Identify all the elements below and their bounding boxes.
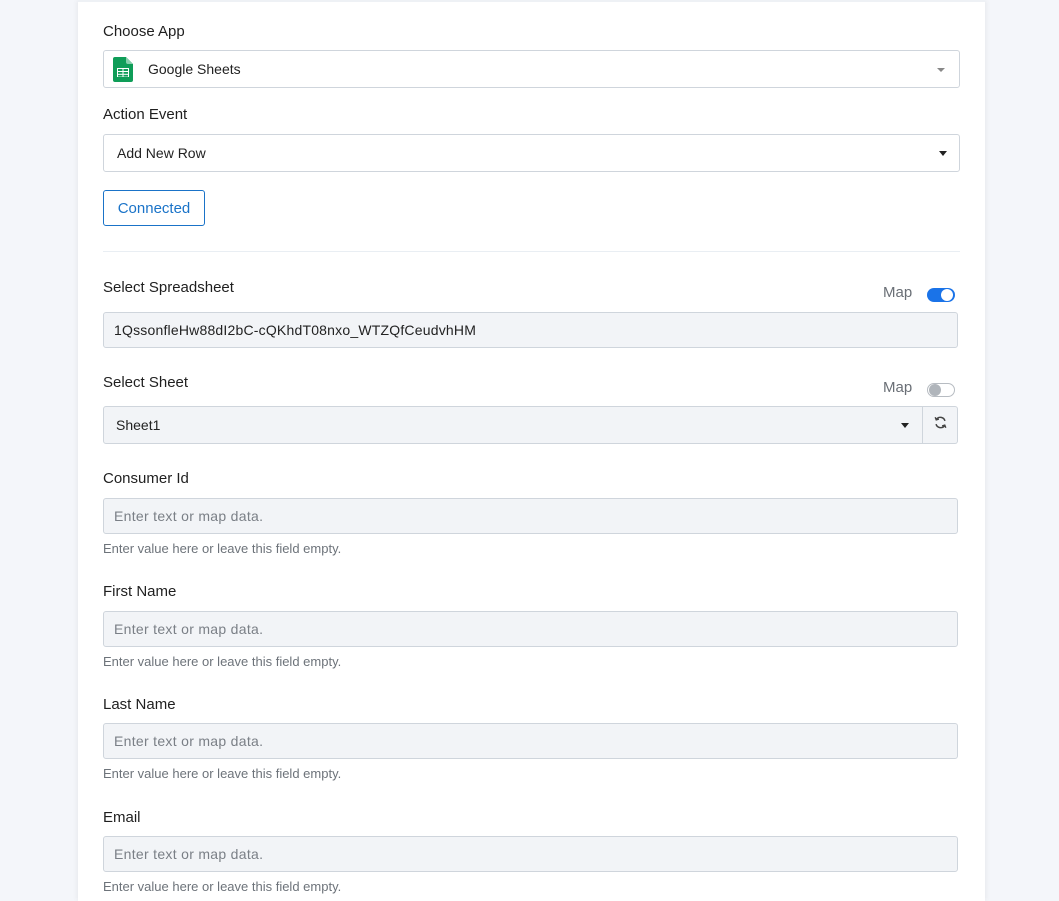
section-divider <box>103 251 960 252</box>
first-name-help: Enter value here or leave this field emp… <box>103 654 342 669</box>
consumer-id-label: Consumer Id <box>103 470 189 487</box>
action-event-value: Add New Row <box>117 145 206 161</box>
consumer-id-help: Enter value here or leave this field emp… <box>103 541 342 556</box>
sheet-select-value: Sheet1 <box>116 417 161 433</box>
spreadsheet-map-label: Map <box>883 284 913 301</box>
choose-app-value: Google Sheets <box>148 61 241 77</box>
sheet-label: Select Sheet <box>103 374 189 391</box>
consumer-id-input[interactable]: Enter text or map data. <box>103 498 958 534</box>
sheet-map-toggle[interactable] <box>927 383 955 397</box>
toggle-knob <box>929 384 941 396</box>
choose-app-label: Choose App <box>103 23 185 40</box>
action-event-label: Action Event <box>103 106 188 123</box>
last-name-input[interactable]: Enter text or map data. <box>103 723 958 759</box>
first-name-input[interactable]: Enter text or map data. <box>103 611 958 647</box>
email-input[interactable]: Enter text or map data. <box>103 836 958 872</box>
action-event-select[interactable]: Add New Row <box>103 134 960 172</box>
sheet-select[interactable]: Sheet1 <box>103 406 923 444</box>
sheet-map-label: Map <box>883 379 913 396</box>
chevron-down-icon <box>901 423 909 428</box>
refresh-icon <box>934 416 947 434</box>
last-name-label: Last Name <box>103 696 176 713</box>
email-help: Enter value here or leave this field emp… <box>103 879 342 894</box>
email-label: Email <box>103 809 141 826</box>
spreadsheet-map-toggle[interactable] <box>927 288 955 302</box>
spreadsheet-label: Select Spreadsheet <box>103 279 234 296</box>
choose-app-select[interactable]: Google Sheets <box>103 50 960 88</box>
first-name-label: First Name <box>103 583 177 600</box>
refresh-sheets-button[interactable] <box>923 406 958 444</box>
form-card: Choose App Google Sheets Action Event Ad… <box>78 0 985 901</box>
chevron-down-icon <box>939 151 947 156</box>
last-name-help: Enter value here or leave this field emp… <box>103 766 342 781</box>
toggle-knob <box>941 289 953 301</box>
chevron-down-icon <box>937 68 945 72</box>
google-sheets-icon <box>113 57 133 85</box>
card-top-border <box>78 0 985 2</box>
connected-button[interactable]: Connected <box>103 190 205 226</box>
spreadsheet-input[interactable]: 1QssonfleHw88dI2bC-cQKhdT08nxo_WTZQfCeud… <box>103 312 958 348</box>
